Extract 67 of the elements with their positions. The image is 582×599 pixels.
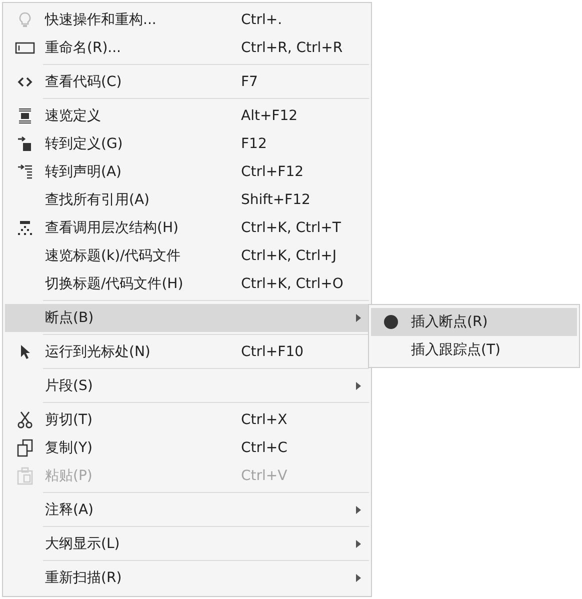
shortcut-text: Ctrl+X <box>241 412 288 428</box>
menu-item-label: 查看调用层次结构(H) <box>45 218 180 238</box>
menu-item[interactable]: 速览定义 Alt+F12 <box>5 102 369 130</box>
shortcut-text: Ctrl+K, Ctrl+O <box>241 276 344 292</box>
shortcut-text: Ctrl+K, Ctrl+J <box>241 248 336 264</box>
menu-item[interactable]: 断点(B) <box>5 304 369 332</box>
menu-item[interactable]: 查看代码(C) F7 <box>5 68 369 96</box>
menu-item-label: 重命名(R)... <box>45 38 122 58</box>
shortcut-text: F12 <box>241 136 267 152</box>
menu-item[interactable]: 速览标题(k)/代码文件 Ctrl+K, Ctrl+J <box>5 242 369 270</box>
menu-item[interactable]: 查看调用层次结构(H) Ctrl+K, Ctrl+T <box>5 214 369 242</box>
menu-item-label: 剪切(T) <box>45 410 94 430</box>
menu-item[interactable]: 运行到光标处(N) Ctrl+F10 <box>5 338 369 366</box>
scissors-icon <box>17 411 33 429</box>
menu-item[interactable]: 剪切(T) Ctrl+X <box>5 406 369 434</box>
menu-item-label: 片段(S) <box>45 376 94 396</box>
shortcut-text: Ctrl+F12 <box>241 164 304 180</box>
paste-icon <box>17 467 33 485</box>
menu-item-label: 插入跟踪点(T) <box>411 340 500 360</box>
menu-item-label: 注释(A) <box>45 500 95 520</box>
shortcut-text: Ctrl+V <box>241 468 288 484</box>
menu-item[interactable]: 重命名(R)... Ctrl+R, Ctrl+R <box>5 34 369 62</box>
copy-icon <box>17 439 33 457</box>
breakpoint-dot-icon <box>384 315 398 329</box>
menu-item[interactable]: 重新扫描(R) <box>5 564 369 592</box>
menu-item[interactable]: 复制(Y) Ctrl+C <box>5 434 369 462</box>
menu-item-label: 重新扫描(R) <box>45 568 123 588</box>
menu-item-label: 粘贴(P) <box>45 466 94 486</box>
menu-item-label: 插入断点(R) <box>411 312 488 332</box>
shortcut-text: Ctrl+F10 <box>241 344 304 360</box>
bulb-icon <box>19 12 31 28</box>
shortcut-text: Alt+F12 <box>241 108 298 124</box>
menu-item-label: 运行到光标处(N) <box>45 342 152 362</box>
menu-item[interactable]: 快速操作和重构... Ctrl+. <box>5 6 369 34</box>
shortcut-text: Shift+F12 <box>241 192 310 208</box>
menu-item-label: 速览标题(k)/代码文件 <box>45 246 182 266</box>
menu-item-label: 切换标题/代码文件(H) <box>45 274 184 294</box>
menu-item[interactable]: 插入跟踪点(T) <box>371 336 577 364</box>
shortcut-text: Ctrl+R, Ctrl+R <box>241 40 343 56</box>
menu-item[interactable]: 切换标题/代码文件(H) Ctrl+K, Ctrl+O <box>5 270 369 298</box>
menu-item-label: 查找所有引用(A) <box>45 190 151 210</box>
menu-item[interactable]: 片段(S) <box>5 372 369 400</box>
menu-item-label: 大纲显示(L) <box>45 534 121 554</box>
menu-item-label: 复制(Y) <box>45 438 94 458</box>
shortcut-text: F7 <box>241 74 258 90</box>
declaration-icon <box>17 164 33 180</box>
pointer-icon <box>19 344 31 360</box>
menu-item[interactable]: 插入断点(R) <box>371 308 577 336</box>
menu-item[interactable]: 查找所有引用(A) Shift+F12 <box>5 186 369 214</box>
rename-icon <box>15 42 35 54</box>
shortcut-text: Ctrl+. <box>241 12 282 28</box>
menu-item-label: 转到声明(A) <box>45 162 123 182</box>
call-hierarchy-icon <box>17 220 33 236</box>
shortcut-text: Ctrl+C <box>241 440 288 456</box>
code-icon <box>17 76 33 88</box>
menu-item-label: 快速操作和重构... <box>45 10 158 30</box>
menu-item-label: 查看代码(C) <box>45 72 123 92</box>
menu-item-label: 断点(B) <box>45 308 95 328</box>
menu-item-label: 速览定义 <box>45 106 102 126</box>
shortcut-text: Ctrl+K, Ctrl+T <box>241 220 341 236</box>
menu-item[interactable]: 转到定义(G) F12 <box>5 130 369 158</box>
menu-item[interactable]: 大纲显示(L) <box>5 530 369 558</box>
peek-icon <box>18 108 32 124</box>
menu-item-label: 转到定义(G) <box>45 134 124 154</box>
menu-item[interactable]: 转到声明(A) Ctrl+F12 <box>5 158 369 186</box>
goto-icon <box>17 136 33 152</box>
menu-item[interactable]: 注释(A) <box>5 496 369 524</box>
